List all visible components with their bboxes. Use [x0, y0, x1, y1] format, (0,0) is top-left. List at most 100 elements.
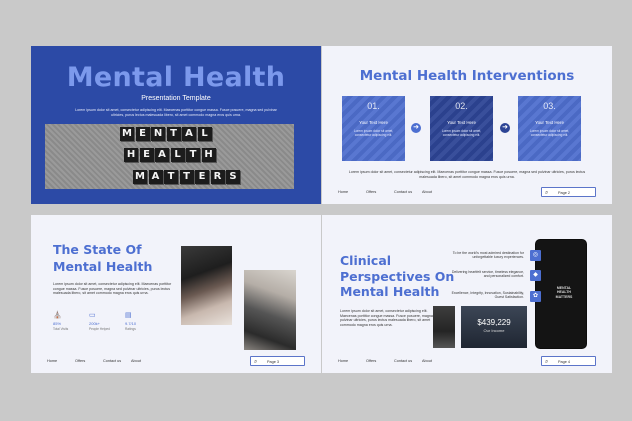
slide-title-heading: Mental Health [66, 62, 286, 93]
nav-link-contact[interactable]: Contact us [394, 359, 422, 363]
income-box: $439,229 Our Income [461, 306, 527, 348]
page-number: Page 4 [558, 359, 571, 364]
nav-link-about[interactable]: About [131, 359, 159, 363]
slide-body-text: Lorem ipsum dolor sit amet, consectetur … [348, 170, 586, 179]
mental-health-matters-photo: MENTAL HEALTH MATTERS [45, 124, 294, 189]
letter-tile: H [124, 148, 138, 162]
letter-tile: M [120, 127, 134, 141]
handshake-icon: ✿ [530, 291, 541, 302]
card-body: Lorem ipsum dolor sit amet, consectetur … [441, 129, 482, 137]
clipboard-icon: ▤ [125, 312, 132, 319]
letter-tile: A [182, 127, 196, 141]
bed-icon: ▭ [89, 312, 96, 319]
footer-nav: Home Offers Contact us About ⌕ Page 3 [47, 356, 305, 366]
letter-tile: L [170, 148, 185, 162]
nav-link-home[interactable]: Home [338, 359, 366, 363]
page-number: Page 2 [558, 190, 571, 195]
search-icon: ⌕ [254, 358, 258, 365]
feature-text: Delivering heartfelt service, timeless e… [451, 270, 524, 279]
slide-title[interactable]: Mental Health Presentation Template Lore… [31, 46, 321, 204]
hands-photo [181, 246, 232, 325]
nav-link-offers[interactable]: Offers [366, 359, 394, 363]
intervention-card: 02. Your Text Here Lorem ipsum dolor sit… [430, 96, 493, 161]
slide-clinical-perspectives[interactable]: Clinical Perspectives On Mental Health L… [322, 215, 612, 373]
letter-tile: E [139, 148, 154, 162]
nav-link-contact[interactable]: Contact us [394, 190, 422, 194]
nav-link-home[interactable]: Home [47, 359, 75, 363]
intervention-card: 01. Your Text Here Lorem ipsum dolor sit… [342, 96, 405, 161]
letter-tile: N [151, 127, 165, 141]
slide-body-text: Lorem ipsum dolor sit amet, consectetur … [75, 108, 277, 117]
tile-row-mental: MENTAL [120, 127, 212, 141]
arrow-right-icon: ➜ [500, 123, 510, 133]
slide-heading: Mental Health Interventions [359, 68, 575, 84]
income-value: $439,229 [477, 318, 511, 327]
heading-line: The State Of [53, 242, 142, 257]
stat-label: Ratings [125, 327, 136, 331]
stat-item: ▤ 9.7/10 Ratings [125, 312, 149, 331]
stat-value: 200k+ [89, 321, 101, 326]
letter-tile: S [226, 170, 240, 184]
income-label: Our Income [483, 328, 505, 333]
letter-tile: A [148, 170, 163, 184]
slide-body-text: Lorem ipsum dolor sit amet, consectetur … [340, 309, 440, 327]
feature-text: Excellence, Integrity, Innovation, Susta… [451, 291, 524, 300]
card-number: 02. [455, 101, 468, 111]
card-title: Your Text Here [447, 120, 476, 125]
card-number: 03. [543, 101, 556, 111]
target-icon: ◎ [530, 250, 541, 261]
slide-interventions[interactable]: Mental Health Interventions 01. Your Tex… [322, 46, 612, 204]
nav-link-about[interactable]: About [422, 190, 450, 194]
slide-body-text: Lorem ipsum dolor sit amet, consectetur … [53, 282, 172, 296]
card-title: Your Text Here [359, 120, 388, 125]
letter-tile: T [186, 148, 200, 162]
arrow-right-icon: ➜ [411, 123, 421, 133]
slide-heading: The State Of Mental Health [53, 241, 193, 275]
hospital-icon: ⛪ [53, 312, 62, 319]
card-body: Lorem ipsum dolor sit amet, consectetur … [353, 129, 394, 137]
stat-label: People Helped [89, 327, 110, 331]
diamond-icon: ◆ [530, 270, 541, 281]
group-photo [244, 270, 296, 350]
letter-tile: E [135, 127, 150, 141]
heading-line: Mental Health [53, 259, 153, 274]
phone-mockup: MENTAL HEALTH MATTERS [535, 239, 587, 349]
page-search-box[interactable]: ⌕ Page 4 [541, 356, 596, 366]
stat-item: ▭ 200k+ People Helped [89, 312, 113, 331]
search-icon: ⌕ [545, 189, 549, 196]
letter-tile: M [133, 170, 147, 184]
stat-value: 9.7/10 [125, 321, 137, 326]
footer-nav: Home Offers Contact us About ⌕ Page 2 [338, 187, 596, 197]
nav-link-offers[interactable]: Offers [366, 190, 394, 194]
phone-photo-caption: MENTAL HEALTH MATTERS [555, 286, 573, 299]
letter-tile: H [201, 148, 216, 162]
page-search-box[interactable]: ⌕ Page 2 [541, 187, 596, 197]
slide-subtitle: Presentation Template [141, 95, 211, 102]
letter-tile: A [155, 148, 169, 162]
letter-tile: R [210, 170, 225, 184]
page-number: Page 3 [267, 359, 280, 364]
card-body: Lorem ipsum dolor sit amet, consectetur … [529, 129, 570, 137]
intervention-card: 03. Your Text Here Lorem ipsum dolor sit… [518, 96, 581, 161]
letter-tile: T [179, 170, 194, 184]
nav-link-home[interactable]: Home [338, 190, 366, 194]
portrait-photo [433, 306, 455, 348]
card-number: 01. [367, 101, 380, 111]
letter-tile: T [164, 170, 178, 184]
page-search-box[interactable]: ⌕ Page 3 [250, 356, 305, 366]
nav-link-offers[interactable]: Offers [75, 359, 103, 363]
tile-row-health: HEALTH [124, 148, 216, 162]
letter-tile: E [195, 170, 209, 184]
slide-state-of-mental-health[interactable]: The State Of Mental Health Lorem ipsum d… [31, 215, 321, 373]
letter-tile: L [197, 127, 212, 141]
search-icon: ⌕ [545, 358, 549, 365]
nav-link-contact[interactable]: Contact us [103, 359, 131, 363]
feature-text: To be the world's most admired destinati… [452, 251, 524, 260]
footer-nav: Home Offers Contact us About ⌕ Page 4 [338, 356, 596, 366]
letter-tile: T [166, 127, 181, 141]
tile-row-matters: MATTERS [133, 170, 240, 184]
nav-link-about[interactable]: About [422, 359, 450, 363]
card-title: Your Text Here [535, 120, 564, 125]
stat-label: Total Visits [53, 327, 69, 331]
stat-item: ⛪ 85% Total Visits [53, 312, 77, 331]
